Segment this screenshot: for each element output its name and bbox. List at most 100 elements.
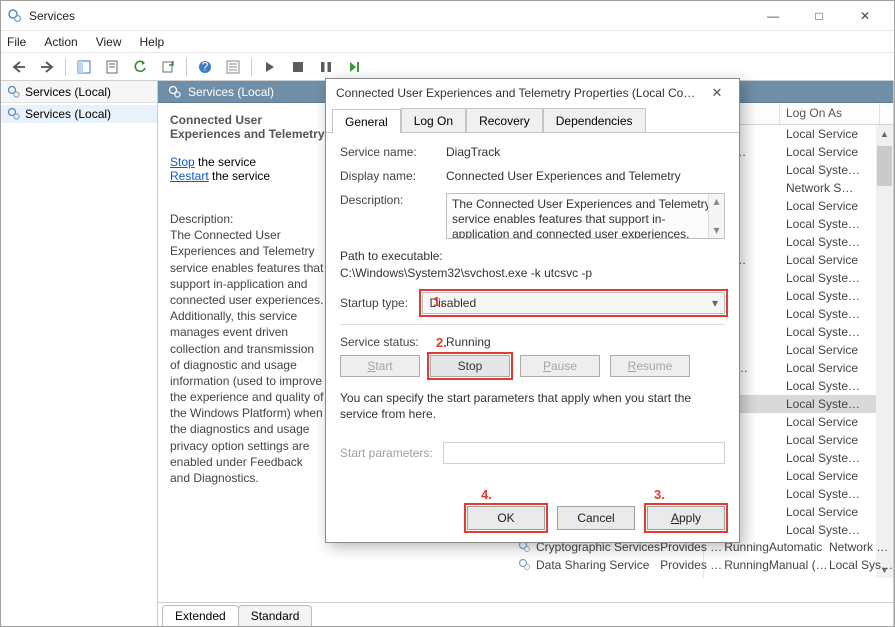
main-header-label: Services (Local) — [188, 85, 274, 99]
close-button[interactable]: ✕ — [842, 1, 888, 31]
start-button: Start — [340, 355, 420, 377]
display-name-label: Display name: — [340, 169, 446, 183]
pause-btn-label: ause — [551, 359, 577, 373]
start-parameters-input — [443, 442, 725, 464]
stop-btn-label: Stop — [458, 359, 483, 373]
tree-header: Services (Local) — [1, 81, 157, 103]
properties-dialog: Connected User Experiences and Telemetry… — [325, 78, 740, 543]
tree-item-services-local[interactable]: Services (Local) — [1, 105, 157, 123]
menu-file[interactable]: File — [7, 35, 26, 49]
detail-desc-text: The Connected User Experiences and Telem… — [170, 227, 326, 486]
service-status-value: Running — [446, 335, 725, 349]
description-label: Description: — [340, 193, 446, 207]
svg-text:?: ? — [202, 60, 209, 74]
toolbar-sep — [186, 58, 187, 76]
menu-view[interactable]: View — [96, 35, 122, 49]
refresh-button[interactable] — [128, 57, 152, 77]
desc-scroll-up-icon[interactable]: ▴ — [713, 194, 719, 209]
cancel-button[interactable]: Cancel — [557, 506, 635, 530]
tree-item-label: Services (Local) — [25, 107, 111, 121]
annotation-3: 3. — [654, 487, 665, 502]
resume-btn-label: esume — [636, 359, 672, 373]
annotation-2: 2. — [436, 335, 447, 350]
list-button[interactable] — [221, 57, 245, 77]
toolbar-sep — [65, 58, 66, 76]
startup-type-label: Startup type: — [340, 296, 422, 310]
tree-pane: Services (Local) Services (Local) — [1, 81, 158, 626]
gear-icon — [7, 85, 21, 99]
stop-link[interactable]: Stop — [170, 155, 195, 169]
detail-desc-label: Description: — [170, 211, 326, 227]
table-row[interactable]: Data Sharing ServiceProvides da…RunningM… — [518, 556, 893, 574]
view-tabs: Extended Standard — [158, 602, 893, 626]
annotation-1: 1. — [433, 294, 444, 309]
restart-link[interactable]: Restart — [170, 169, 209, 183]
startup-type-select[interactable]: Disabled ▾ — [422, 292, 725, 314]
scrollbar[interactable]: ▲ ▼ — [876, 125, 893, 578]
properties-button[interactable] — [100, 57, 124, 77]
maximize-button[interactable]: □ — [796, 1, 842, 31]
display-name-value: Connected User Experiences and Telemetry — [446, 169, 725, 183]
detail-restart-line: Restart the service — [170, 169, 326, 183]
path-label: Path to executable: — [340, 249, 725, 263]
menu-action[interactable]: Action — [44, 35, 77, 49]
annotation-4: 4. — [481, 487, 492, 502]
dialog-footer: OK Cancel Apply — [467, 506, 725, 530]
tab-log-on[interactable]: Log On — [401, 108, 466, 132]
pause-button: Pause — [520, 355, 600, 377]
gear-icon — [7, 107, 21, 121]
start-params-hint: You can specify the start parameters tha… — [340, 391, 725, 422]
tab-dependencies[interactable]: Dependencies — [543, 108, 646, 132]
desc-scroll-down-icon[interactable]: ▾ — [713, 223, 719, 238]
show-hide-tree-button[interactable] — [72, 57, 96, 77]
selected-service-title: Connected User Experiences and Telemetry — [170, 113, 326, 141]
toolbar-sep — [251, 58, 252, 76]
path-value: C:\Windows\System32\svchost.exe -k utcsv… — [340, 266, 725, 280]
forward-button[interactable] — [35, 57, 59, 77]
window-title: Services — [29, 9, 750, 23]
help-button[interactable]: ? — [193, 57, 217, 77]
separator — [340, 324, 725, 325]
detail-pane: Connected User Experiences and Telemetry… — [158, 103, 338, 602]
toolbar: ? — [1, 53, 894, 81]
service-name-value: DiagTrack — [446, 145, 725, 159]
tab-general[interactable]: General — [332, 109, 401, 133]
detail-stop-line: Stop the service — [170, 155, 326, 169]
resume-button: Resume — [610, 355, 690, 377]
app-icon — [7, 8, 23, 24]
service-control-buttons: Start Stop Pause Resume — [340, 355, 725, 377]
dialog-tabs: General Log On Recovery Dependencies — [326, 107, 739, 133]
apply-btn-label: pply — [679, 511, 701, 525]
minimize-button[interactable]: — — [750, 1, 796, 31]
tab-recovery[interactable]: Recovery — [466, 108, 543, 132]
description-box[interactable]: The Connected User Experiences and Telem… — [446, 193, 725, 239]
start-service-button[interactable] — [258, 57, 282, 77]
stop-service-button[interactable] — [286, 57, 310, 77]
dialog-titlebar[interactable]: Connected User Experiences and Telemetry… — [326, 79, 739, 107]
description-text: The Connected User Experiences and Telem… — [452, 197, 711, 239]
tree-header-label: Services (Local) — [25, 85, 111, 99]
dialog-close-button[interactable]: ✕ — [705, 85, 729, 101]
scroll-up-icon[interactable]: ▲ — [876, 125, 893, 142]
dialog-title: Connected User Experiences and Telemetry… — [336, 86, 705, 100]
ok-button[interactable]: OK — [467, 506, 545, 530]
restart-service-button[interactable] — [342, 57, 366, 77]
dialog-body: Service name:DiagTrack Display name:Conn… — [326, 133, 739, 472]
col-log-on-as[interactable]: Log On As — [780, 103, 880, 124]
chevron-down-icon: ▾ — [712, 296, 718, 310]
list-visible-rows: Cryptographic ServicesProvides thr…Runni… — [518, 538, 893, 578]
apply-button[interactable]: Apply — [647, 506, 725, 530]
tab-standard[interactable]: Standard — [238, 605, 313, 626]
menu-help[interactable]: Help — [140, 35, 165, 49]
service-status-label: Service status: — [340, 335, 446, 349]
scroll-thumb[interactable] — [877, 146, 892, 186]
tab-extended[interactable]: Extended — [162, 605, 239, 626]
export-button[interactable] — [156, 57, 180, 77]
gear-icon — [168, 85, 182, 99]
start-parameters-label: Start parameters: — [340, 446, 433, 460]
service-name-label: Service name: — [340, 145, 446, 159]
window-titlebar: Services — □ ✕ — [1, 1, 894, 31]
pause-service-button[interactable] — [314, 57, 338, 77]
stop-button[interactable]: Stop — [430, 355, 510, 377]
back-button[interactable] — [7, 57, 31, 77]
